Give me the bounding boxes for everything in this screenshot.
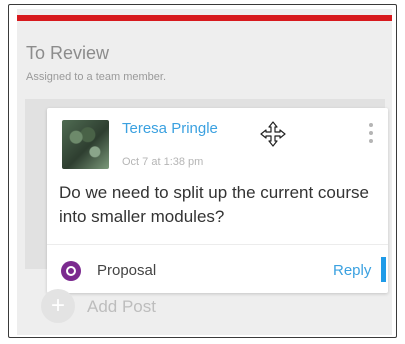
post-timestamp: Oct 7 at 1:38 pm xyxy=(122,156,204,168)
kanban-column-frame: To Review Assigned to a team member. Ter… xyxy=(8,4,397,338)
post-body: Do we need to split up the current cours… xyxy=(59,183,369,226)
column-subtitle: Assigned to a team member. xyxy=(26,71,167,83)
post-card[interactable]: Teresa Pringle Oct 7 at 1:38 pm Do we ne… xyxy=(47,108,388,293)
column-title: To Review xyxy=(26,43,110,63)
proposal-icon xyxy=(61,261,81,281)
add-post-label: Add Post xyxy=(87,297,156,316)
avatar[interactable] xyxy=(62,120,109,169)
move-icon[interactable] xyxy=(260,121,286,147)
reply-accent-bar xyxy=(381,257,386,282)
add-post-button[interactable]: + Add Post xyxy=(41,289,241,323)
post-author[interactable]: Teresa Pringle xyxy=(122,120,218,137)
plus-icon: + xyxy=(41,289,75,323)
post-footer: Proposal Reply xyxy=(47,244,388,294)
post-tag-label: Proposal xyxy=(97,262,157,279)
column-accent-bar xyxy=(17,15,392,21)
reply-button[interactable]: Reply xyxy=(333,262,371,279)
more-vertical-icon[interactable] xyxy=(368,122,374,144)
